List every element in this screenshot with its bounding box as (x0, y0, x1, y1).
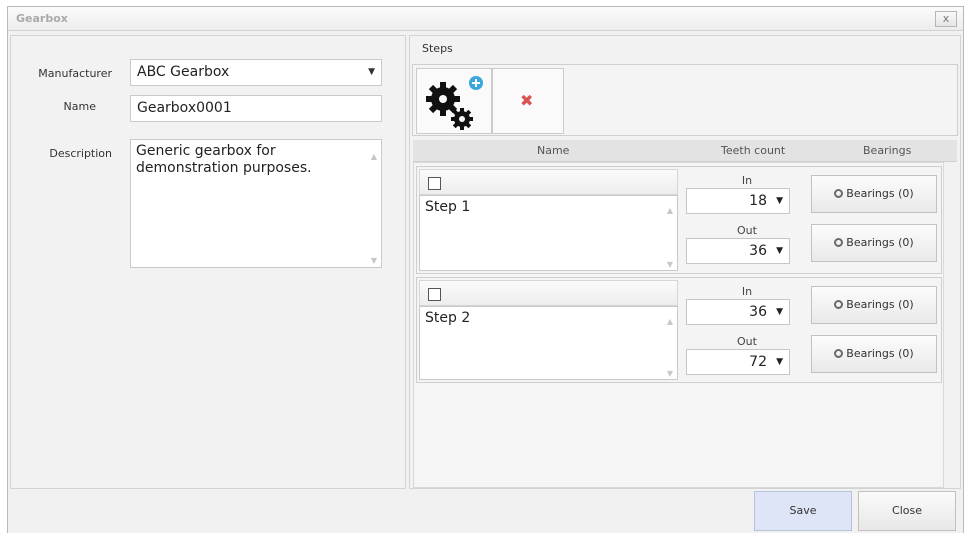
out-bearings-button[interactable]: Bearings (0) (811, 224, 937, 262)
ring-icon (834, 238, 844, 247)
step-name-value: Step 1 (425, 199, 471, 215)
step-name-textarea[interactable]: Step 1 ▲ ▼ (419, 195, 678, 271)
out-bearings-label: Bearings (0) (846, 236, 914, 249)
steps-column-header: Name Teeth count Bearings (413, 140, 957, 162)
dialog-footer: Save Close (8, 491, 963, 533)
in-bearings-label: Bearings (0) (846, 187, 914, 200)
col-bearings: Bearings (863, 144, 912, 157)
scroll-up-icon[interactable]: ▲ (667, 202, 673, 219)
red-x-icon: ✖ (520, 91, 534, 110)
close-icon: x (942, 12, 950, 25)
step-select-checkbox[interactable] (428, 177, 441, 190)
name-label: Name (63, 100, 96, 113)
window-close-button[interactable]: x (935, 11, 957, 27)
remove-step-button[interactable]: ✖ (492, 68, 564, 134)
teeth-out-label: Out (737, 335, 757, 348)
step-header-strip (419, 169, 678, 195)
gearbox-window: Gearbox x Manufacturer ABC Gearbox ▼ Nam… (7, 6, 964, 533)
save-label: Save (789, 504, 817, 517)
ring-icon (834, 349, 844, 358)
step-card: Step 1 ▲ ▼ In 18 ▼ Out 36 ▼ Bearings (0)… (416, 166, 942, 274)
col-teeth: Teeth count (721, 144, 786, 157)
step-select-checkbox[interactable] (428, 288, 441, 301)
teeth-in-label: In (741, 285, 753, 298)
window-title: Gearbox (16, 12, 68, 25)
manufacturer-value: ABC Gearbox (137, 64, 230, 80)
description-value: Generic gearbox for demonstration purpos… (136, 143, 312, 176)
description-label: Description (49, 147, 112, 160)
save-button[interactable]: Save (754, 491, 852, 531)
teeth-in-input[interactable]: 18 ▼ (686, 188, 790, 214)
teeth-out-value: 72 (749, 354, 767, 370)
out-bearings-label: Bearings (0) (846, 347, 914, 360)
in-bearings-label: Bearings (0) (846, 298, 914, 311)
step-name-textarea[interactable]: Step 2 ▲ ▼ (419, 306, 678, 380)
scroll-down-icon[interactable]: ▼ (667, 365, 673, 382)
col-name: Name (537, 144, 570, 157)
chevron-down-icon: ▼ (776, 307, 783, 317)
teeth-in-input[interactable]: 36 ▼ (686, 299, 790, 325)
manufacturer-label: Manufacturer (38, 67, 112, 80)
steps-toolbar: ✖ (412, 64, 958, 136)
teeth-in-label: In (741, 174, 753, 187)
scroll-down-icon[interactable]: ▼ (371, 252, 377, 269)
in-bearings-button[interactable]: Bearings (0) (811, 286, 937, 324)
step-card: Step 2 ▲ ▼ In 36 ▼ Out 72 ▼ Bearings (0)… (416, 277, 942, 383)
description-textarea[interactable]: Generic gearbox for demonstration purpos… (130, 139, 382, 268)
teeth-in-value: 18 (749, 193, 767, 209)
chevron-down-icon: ▼ (776, 246, 783, 256)
close-label: Close (892, 504, 922, 517)
step-header-strip (419, 280, 678, 306)
teeth-in-value: 36 (749, 304, 767, 320)
out-bearings-button[interactable]: Bearings (0) (811, 335, 937, 373)
chevron-down-icon: ▼ (776, 196, 783, 206)
in-bearings-button[interactable]: Bearings (0) (811, 175, 937, 213)
ring-icon (834, 189, 844, 198)
steps-section-label: Steps (422, 42, 453, 55)
teeth-out-input[interactable]: 36 ▼ (686, 238, 790, 264)
ring-icon (834, 300, 844, 309)
manufacturer-select[interactable]: ABC Gearbox ▼ (130, 59, 382, 86)
add-gears-icon (426, 76, 483, 130)
add-step-button[interactable] (416, 68, 492, 134)
teeth-out-label: Out (737, 224, 757, 237)
chevron-down-icon: ▼ (776, 357, 783, 367)
name-value: Gearbox0001 (137, 100, 232, 116)
step-name-value: Step 2 (425, 310, 471, 326)
scroll-up-icon[interactable]: ▲ (667, 313, 673, 330)
teeth-out-value: 36 (749, 243, 767, 259)
title-bar: Gearbox x (8, 7, 963, 31)
scroll-up-icon[interactable]: ▲ (371, 148, 377, 165)
chevron-down-icon: ▼ (368, 67, 375, 77)
teeth-out-input[interactable]: 72 ▼ (686, 349, 790, 375)
scroll-down-icon[interactable]: ▼ (667, 256, 673, 273)
close-button[interactable]: Close (858, 491, 956, 531)
name-input[interactable]: Gearbox0001 (130, 95, 382, 122)
